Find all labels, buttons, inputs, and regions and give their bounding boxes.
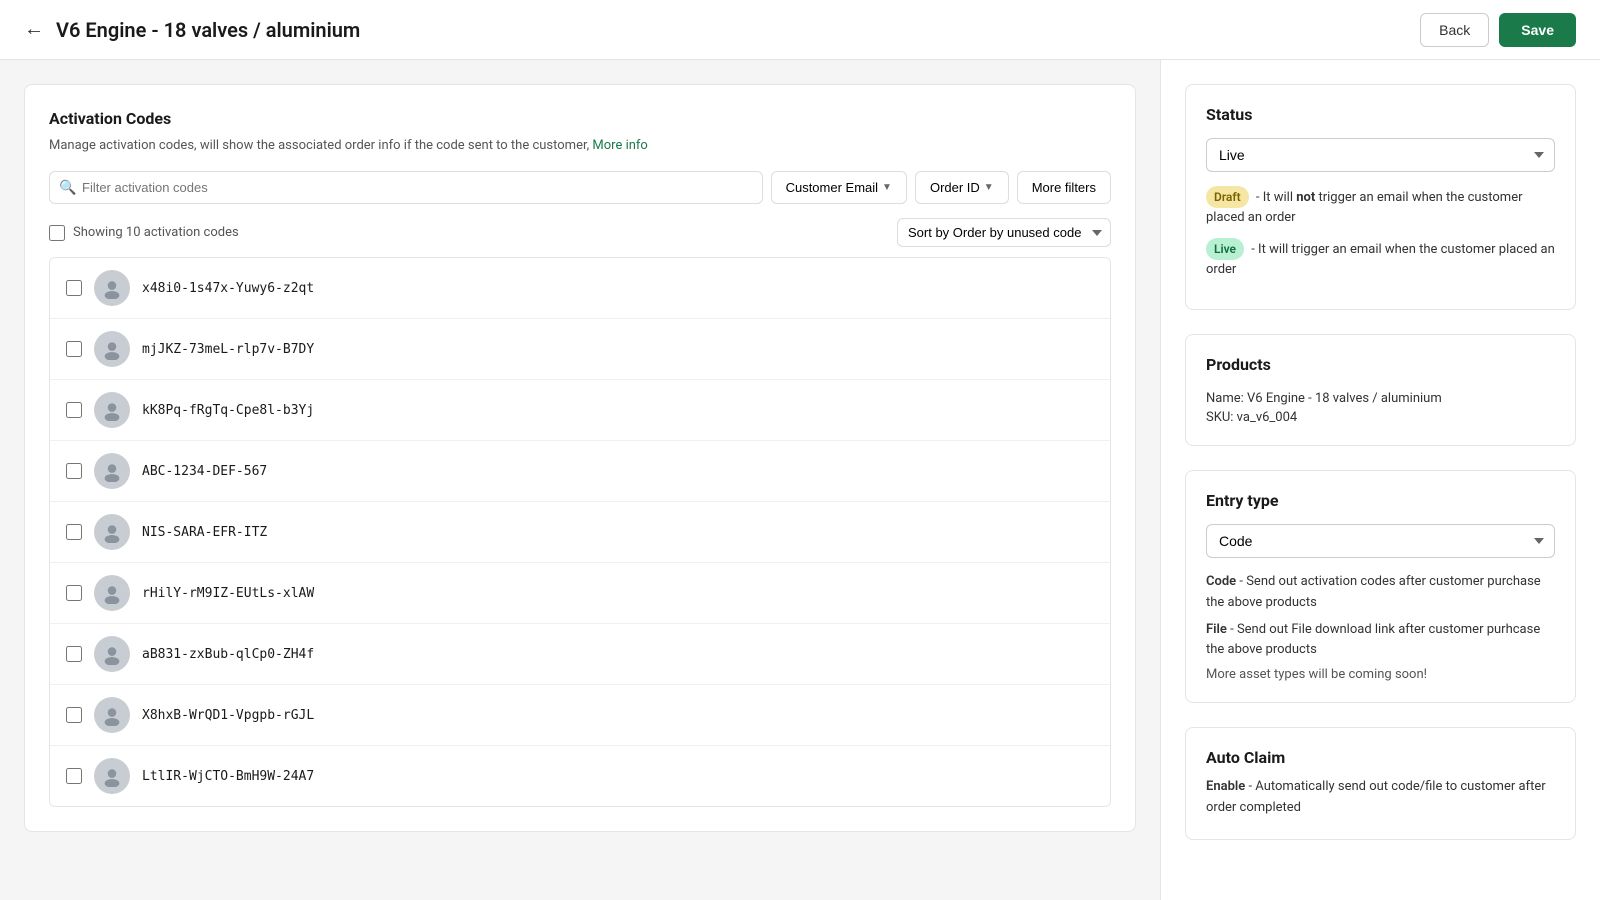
avatar (94, 636, 130, 672)
product-sku: SKU: va_v6_004 (1206, 410, 1555, 425)
entry-type-select[interactable]: Code File (1206, 524, 1555, 558)
activation-codes-title: Activation Codes (49, 109, 1111, 128)
activation-code-text: rHilY-rM9IZ-EUtLs-xlAW (142, 586, 314, 601)
entry-type-title: Entry type (1206, 491, 1555, 510)
chevron-down-icon: ▼ (882, 182, 892, 193)
avatar (94, 453, 130, 489)
customer-email-filter-button[interactable]: Customer Email ▼ (771, 171, 907, 204)
row-checkbox[interactable] (66, 646, 82, 662)
table-row: rHilY-rM9IZ-EUtLs-xlAW (50, 563, 1110, 624)
activation-code-text: aB831-zxBub-qlCp0-ZH4f (142, 647, 314, 662)
product-name: Name: V6 Engine - 18 valves / aluminium (1206, 388, 1555, 410)
status-section: Status Live Draft Draft - It will not tr… (1185, 84, 1576, 310)
status-title: Status (1206, 105, 1555, 124)
sort-select[interactable]: Sort by Order by unused code Sort by Ord… (897, 218, 1111, 247)
table-row: X8hxB-WrQD1-Vpgpb-rGJL (50, 685, 1110, 746)
avatar (94, 758, 130, 794)
file-entry-note: File - Send out File download link after… (1206, 620, 1555, 662)
table-row: aB831-zxBub-qlCp0-ZH4f (50, 624, 1110, 685)
activation-code-text: kK8Pq-fRgTq-Cpe8l-b3Yj (142, 403, 314, 418)
auto-claim-section: Auto Claim Enable - Automatically send o… (1185, 727, 1576, 840)
filters-row: 🔍 Customer Email ▼ Order ID ▼ More filte… (49, 171, 1111, 204)
draft-badge: Draft (1206, 186, 1249, 208)
table-row: kK8Pq-fRgTq-Cpe8l-b3Yj (50, 380, 1110, 441)
row-checkbox[interactable] (66, 524, 82, 540)
more-info-link[interactable]: More info (592, 138, 647, 153)
table-row: ABC-1234-DEF-567 (50, 441, 1110, 502)
products-title: Products (1206, 355, 1555, 374)
more-filters-button[interactable]: More filters (1017, 171, 1111, 204)
live-note: Live - It will trigger an email when the… (1206, 238, 1555, 280)
row-checkbox[interactable] (66, 402, 82, 418)
avatar (94, 270, 130, 306)
table-row: x48i0-1s47x-Yuwy6-z2qt (50, 258, 1110, 319)
order-id-filter-button[interactable]: Order ID ▼ (915, 171, 1009, 204)
row-checkbox[interactable] (66, 707, 82, 723)
avatar (94, 392, 130, 428)
row-checkbox[interactable] (66, 463, 82, 479)
activation-code-text: X8hxB-WrQD1-Vpgpb-rGJL (142, 708, 314, 723)
avatar (94, 331, 130, 367)
back-button[interactable]: Back (1420, 13, 1489, 47)
live-badge: Live (1206, 238, 1244, 260)
search-wrapper: 🔍 (49, 171, 763, 204)
avatar (94, 575, 130, 611)
row-checkbox[interactable] (66, 585, 82, 601)
showing-count: Showing 10 activation codes (73, 225, 239, 240)
activation-code-text: ABC-1234-DEF-567 (142, 464, 267, 479)
row-checkbox[interactable] (66, 341, 82, 357)
draft-note: Draft - It will not trigger an email whe… (1206, 186, 1555, 228)
select-all-checkbox[interactable] (49, 225, 65, 241)
status-select[interactable]: Live Draft (1206, 138, 1555, 172)
products-section: Products Name: V6 Engine - 18 valves / a… (1185, 334, 1576, 446)
activation-codes-desc: Manage activation codes, will show the a… (49, 138, 1111, 153)
activation-code-text: x48i0-1s47x-Yuwy6-z2qt (142, 281, 314, 296)
activation-code-text: LtlIR-WjCTO-BmH9W-24A7 (142, 769, 314, 784)
table-row: mjJKZ-73meL-rlp7v-B7DY (50, 319, 1110, 380)
search-icon: 🔍 (59, 180, 76, 196)
entry-type-section: Entry type Code File Code - Send out act… (1185, 470, 1576, 703)
row-checkbox[interactable] (66, 280, 82, 296)
row-checkbox[interactable] (66, 768, 82, 784)
code-entry-note: Code - Send out activation codes after c… (1206, 572, 1555, 614)
table-controls: Showing 10 activation codes Sort by Orde… (49, 218, 1111, 247)
back-arrow-button[interactable]: ← (24, 18, 44, 41)
search-input[interactable] (49, 171, 763, 204)
table-row: NIS-SARA-EFR-ITZ (50, 502, 1110, 563)
auto-claim-note: Enable - Automatically send out code/fil… (1206, 777, 1555, 819)
avatar (94, 697, 130, 733)
page-title: V6 Engine - 18 valves / aluminium (56, 18, 1420, 42)
activation-code-list: x48i0-1s47x-Yuwy6-z2qt mjJKZ-73meL-rlp7v… (49, 257, 1111, 807)
activation-code-text: NIS-SARA-EFR-ITZ (142, 525, 267, 540)
table-row: LtlIR-WjCTO-BmH9W-24A7 (50, 746, 1110, 806)
save-button[interactable]: Save (1499, 13, 1576, 47)
chevron-down-icon: ▼ (984, 182, 994, 193)
coming-soon-note: More asset types will be coming soon! (1206, 667, 1555, 682)
avatar (94, 514, 130, 550)
auto-claim-title: Auto Claim (1206, 748, 1555, 767)
activation-code-text: mjJKZ-73meL-rlp7v-B7DY (142, 342, 314, 357)
